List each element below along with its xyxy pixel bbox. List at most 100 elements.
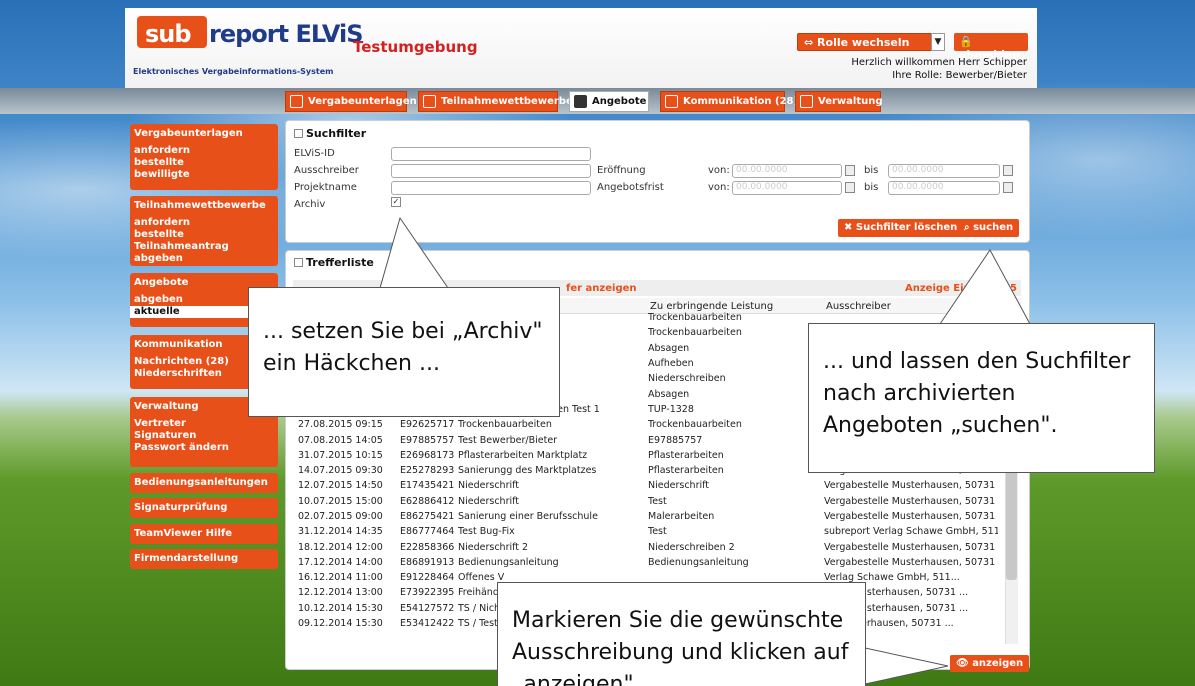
table-row[interactable]: 31.12.2014 14:35 E86777464 Test Bug-Fix Tes… [294, 524, 998, 539]
table-cell: Niederschrift [648, 480, 710, 492]
sidebar-teilnahmewettbewerbe: Teilnahmewettbewerbe anfordern bestellte… [130, 196, 278, 266]
eroeffnung-bis-label: bis [864, 165, 879, 176]
sidebar-link-signaturpruefung[interactable]: Signaturprüfung [130, 498, 278, 518]
table-cell: Test [648, 526, 667, 538]
table-cell: Vergabestelle Musterhausen, 50731 ... [824, 495, 998, 507]
collapse-icon [294, 258, 303, 267]
table-row[interactable]: 17.12.2014 14:00 E86891913 Bedienungsanlei… [294, 555, 998, 570]
panel-title-text: Suchfilter [306, 127, 367, 140]
calendar-icon[interactable] [845, 165, 855, 176]
callout-markieren: Markieren Sie die gewünschte Ausschreibu… [497, 582, 866, 686]
table-cell: 18.12.2014 12:00 [298, 541, 383, 553]
angebotsfrist-bis-input[interactable]: 00.00.0000 [888, 181, 1000, 195]
eroeffnung-label: Eröffnung [597, 165, 646, 176]
envelope-icon [574, 95, 587, 108]
projektname-label: Projektname [294, 182, 357, 193]
table-cell: 12.07.2015 14:50 [298, 480, 383, 492]
table-cell: Vergabestelle Musterhausen, 50731 ... [824, 556, 998, 568]
table-cell: Bedienungsanleitung [458, 556, 559, 568]
table-cell: E22858366 [400, 541, 454, 553]
sidebar-link-label: Signaturprüfung [134, 502, 228, 513]
table-cell: TUP-1328 [648, 403, 694, 415]
callout-archiv: ... setzen Sie bei „Archiv" ein Häckchen… [248, 287, 560, 417]
table-cell: Aufheben [648, 358, 694, 370]
sidebar-link-firmendarstellung[interactable]: Firmendarstellung [130, 549, 278, 569]
table-cell: Sanierungg des Marktplatzes [458, 465, 597, 477]
archiv-checkbox[interactable]: ✓ [391, 197, 401, 207]
tab-teilnahmewettbewerbe[interactable]: Teilnahmewettbewerbe [418, 91, 573, 112]
eroeffnung-von-input[interactable]: 00.00.0000 [732, 164, 842, 178]
projektname-input[interactable] [391, 181, 591, 195]
eye-icon: 👁 [956, 658, 969, 669]
show-label: anzeigen [972, 658, 1024, 669]
search-icon: ⌕ [964, 222, 970, 233]
table-row[interactable]: 10.07.2015 15:00 E62886412 Niederschrift Te… [294, 494, 998, 509]
role-switch-select[interactable]: ⇔ Rolle wechseln [797, 33, 933, 51]
tab-verwaltung[interactable]: Verwaltung [795, 91, 883, 112]
tab-label: Vergabeunterlagen [308, 96, 417, 107]
user-icon [665, 95, 678, 108]
table-cell: 07.08.2015 14:05 [298, 434, 383, 446]
table-cell: E86891913 [400, 556, 454, 568]
table-cell: Test [648, 495, 667, 507]
table-cell: Test Bewerber/Bieter [458, 434, 558, 446]
grid-icon [800, 95, 813, 108]
clear-filter-button[interactable]: ✖ Suchfilter löschen [838, 219, 964, 237]
table-cell: Niederschreiben [648, 373, 726, 385]
tab-vergabeunterlagen[interactable]: Vergabeunterlagen [285, 91, 417, 112]
table-cell: Trockenbauarbeiten [648, 327, 742, 339]
table-cell: 12.12.2014 13:00 [298, 587, 383, 599]
page-number: 5 [1010, 283, 1017, 294]
table-row[interactable]: 12.07.2015 14:50 E17435421 Niederschrift Ni… [294, 478, 998, 493]
collapse-icon [294, 129, 303, 138]
table-cell: Pflasterarbeiten [648, 465, 724, 477]
results-title[interactable]: Trefferliste [294, 256, 374, 269]
calendar-icon[interactable] [845, 182, 855, 193]
table-row[interactable]: 02.07.2015 09:00 E86275421 Sanierung einer… [294, 509, 998, 524]
table-cell: 10.07.2015 15:00 [298, 495, 383, 507]
calendar-icon[interactable] [1003, 182, 1013, 193]
sidebar-item-vertreter[interactable]: Vertreter [130, 418, 278, 430]
angebotsfrist-von-input[interactable]: 00.00.0000 [732, 181, 842, 195]
show-button[interactable]: 👁 anzeigen [950, 655, 1030, 672]
welcome-line: Herzlich willkommen Herr Schipper [851, 57, 1027, 68]
table-cell: E62886412 [400, 495, 454, 507]
sidebar-heading: Teilnahmewettbewerbe [134, 200, 266, 211]
entry-count: Anzeige Eintrag 1 [905, 283, 1005, 294]
sidebar-item-anfordern[interactable]: anfordern [130, 145, 278, 157]
sidebar-heading: Vergabeunterlagen [134, 128, 243, 139]
sidebar-link-teamviewer[interactable]: TeamViewer Hilfe [130, 524, 278, 544]
table-cell: 27.08.2015 09:15 [298, 419, 383, 431]
filter-link[interactable]: fer anzeigen [566, 283, 637, 294]
eroeffnung-bis-input[interactable]: 00.00.0000 [888, 164, 1000, 178]
sidebar-item-bestellte[interactable]: bestellte [130, 229, 278, 241]
panel-title-text: Trefferliste [306, 256, 374, 269]
table-cell: Malerarbeiten [648, 511, 715, 522]
ausschreiber-input[interactable] [391, 164, 591, 178]
tab-kommunikation[interactable]: Kommunikation (28) [660, 91, 798, 112]
table-cell: 16.12.2014 11:00 [298, 572, 383, 584]
tab-angebote[interactable]: Angebote [569, 91, 649, 112]
elvis-id-input[interactable] [391, 147, 591, 161]
sidebar-item-passwort[interactable]: Passwort ändern [130, 442, 278, 454]
sidebar-item-anfordern[interactable]: anfordern [130, 217, 278, 229]
sidebar-item-bewilligte[interactable]: bewilligte [130, 169, 278, 181]
sidebar-item-signaturen[interactable]: Signaturen [130, 430, 278, 442]
sidebar-item-teilnahmeantrag[interactable]: Teilnahmeantrag abgeben [130, 241, 278, 265]
search-button[interactable]: ⌕ suchen [958, 219, 1020, 237]
table-cell: Pflasterarbeiten [648, 449, 724, 461]
logout-button[interactable]: 🔒 abmelden [954, 33, 1028, 61]
table-cell: E91228464 [400, 572, 454, 584]
sidebar-link-bedienungsanleitungen[interactable]: Bedienungsanleitungen [130, 473, 278, 493]
chevron-down-icon[interactable]: ▼ [931, 33, 945, 51]
table-cell: Sanierung einer Berufsschule [458, 511, 598, 522]
search-filter-title[interactable]: Suchfilter [294, 127, 366, 140]
table-cell: E54127572 [400, 602, 454, 614]
environment-label: Testumgebung [353, 38, 478, 56]
table-row[interactable]: 18.12.2014 12:00 E22858366 Niederschrift 2… [294, 539, 998, 554]
sidebar-item-bestellte[interactable]: bestellte [130, 157, 278, 169]
table-cell: E26968173 [400, 449, 454, 461]
table-cell: E86275421 [400, 511, 454, 522]
document-icon [290, 95, 303, 108]
calendar-icon[interactable] [1003, 165, 1013, 176]
